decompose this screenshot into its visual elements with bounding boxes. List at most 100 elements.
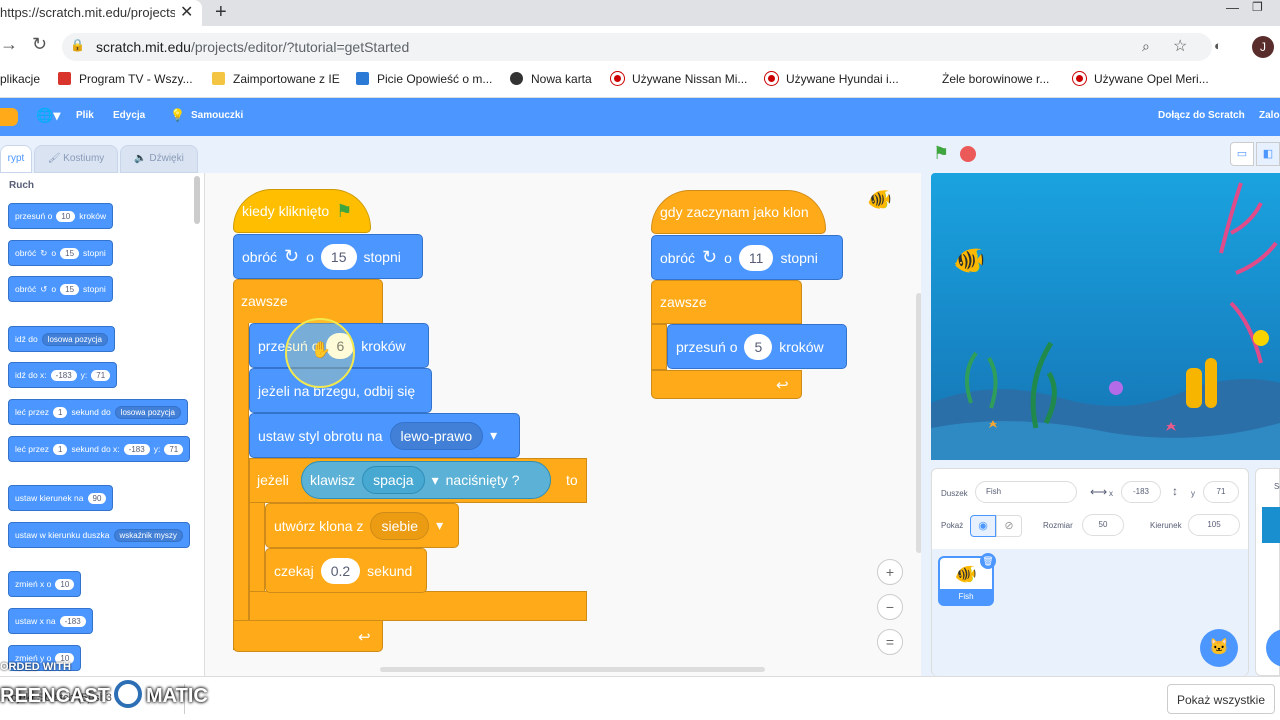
zoom-in-button[interactable]: +	[877, 559, 903, 585]
bookmark-item[interactable]: Żele borowinowe r...	[942, 72, 1049, 86]
show-eye-icon[interactable]: ◉	[970, 515, 996, 537]
palette-block[interactable]: idź do x: -183 y: 71	[8, 362, 118, 388]
palette-scrollbar[interactable]	[194, 176, 200, 224]
menu-edit[interactable]: Edycja	[113, 110, 145, 121]
large-stage-icon[interactable]: ◧	[1256, 142, 1280, 166]
sprite-name-input[interactable]: Fish	[975, 481, 1077, 503]
scratch-logo[interactable]	[0, 108, 18, 126]
sign-in-link[interactable]: Zalo	[1259, 110, 1280, 121]
forever-label: zawsze	[241, 293, 288, 309]
green-flag-icon[interactable]: ⚑	[933, 143, 949, 164]
star-icon[interactable]: ☆	[1173, 36, 1187, 56]
palette-block[interactable]: zmień x o 10	[8, 571, 82, 597]
profile-avatar[interactable]: J	[1252, 36, 1274, 58]
sprite-label: Duszek	[941, 489, 968, 498]
palette-block[interactable]: ustaw kierunek na 90	[8, 485, 114, 511]
if-block-arm[interactable]	[249, 503, 265, 593]
hand-cursor-icon: ✋	[311, 342, 331, 359]
delete-sprite-icon[interactable]: 🗑	[980, 553, 996, 569]
url-path: /projects/editor/?tutorial=getStarted	[190, 39, 410, 55]
forever-block-arm[interactable]	[233, 323, 249, 650]
workspace-hscrollbar[interactable]	[380, 667, 765, 672]
size-input[interactable]: 50	[1082, 514, 1124, 536]
fish-sprite[interactable]: 🐠	[953, 245, 985, 276]
tab-costumes[interactable]: 🖌 Kostiumy	[34, 145, 118, 173]
ocean-background	[931, 182, 1280, 460]
url-domain: scratch.mit.edu	[96, 39, 191, 55]
dropdown-arrow-icon: ▾	[490, 427, 498, 443]
palette-block[interactable]: leć przez 1 sekund do losowa pozycja	[8, 399, 188, 425]
turn-block[interactable]: obróć ↻ o 15 stopni	[233, 234, 423, 279]
key-pressed-block[interactable]: klawisz spacja ▾ naciśnięty ?	[301, 461, 551, 499]
url-text[interactable]: scratch.mit.edu/projects/editor/?tutoria…	[96, 39, 409, 55]
join-scratch-link[interactable]: Dołącz do Scratch	[1158, 110, 1245, 121]
bookmark-item[interactable]: Używane Nissan Mi...	[611, 72, 747, 86]
rotation-style-block[interactable]: ustaw styl obrotu na lewo-prawo ▾	[249, 413, 520, 458]
zoom-icon[interactable]: ⌕	[1142, 38, 1150, 55]
palette-block[interactable]: obróć ↺ o 15 stopni	[8, 276, 113, 302]
maximize-icon[interactable]: ❐	[1252, 0, 1263, 14]
palette-category-title: Ruch	[9, 180, 34, 191]
forward-icon[interactable]: →	[0, 34, 18, 55]
bookmark-item[interactable]: Program TV - Wszy...	[58, 72, 193, 86]
script-workspace[interactable]: kiedy kliknięto ⚑ obróć ↻ o 15 stopni zawsze …	[205, 173, 921, 676]
block-palette: Ruch przesuń o 10 kroków obróć ↻ o 15 stopni o…	[0, 173, 205, 676]
globe-icon[interactable]: 🌐▾	[36, 107, 60, 124]
zoom-out-button[interactable]: −	[877, 594, 903, 620]
menu-tutorials[interactable]: Samouczki	[191, 110, 243, 121]
palette-block[interactable]: obróć ↻ o 15 stopni	[8, 240, 113, 266]
hat-block-clone-start[interactable]: gdy zaczynam jako klon	[651, 190, 826, 234]
screencast-logo-icon	[114, 680, 143, 708]
wait-block[interactable]: czekaj 0.2 sekund	[265, 548, 427, 593]
palette-block[interactable]: leć przez 1 sekund do x: -183 y: 71	[8, 436, 191, 462]
palette-block[interactable]: ustaw w kierunku duszka wskaźnik myszy	[8, 522, 190, 548]
palette-block[interactable]: ustaw x na -183	[8, 608, 93, 634]
bookmark-item[interactable]: Picie Opowieść o m...	[356, 72, 492, 86]
if-label: jeżeli	[257, 472, 289, 488]
show-all-button[interactable]: Pokaż wszystkie	[1167, 684, 1275, 714]
palette-block[interactable]: idź do losowa pozycja	[8, 326, 115, 352]
direction-input[interactable]: 105	[1188, 514, 1240, 536]
stop-icon[interactable]	[960, 146, 976, 162]
stage-backdrop-pane: Sc	[1255, 468, 1280, 676]
bookmark-item[interactable]: plikacje	[0, 72, 40, 86]
zoom-reset-button[interactable]: =	[877, 629, 903, 655]
bookmark-item[interactable]: Nowa karta	[510, 72, 592, 86]
x-input[interactable]: -183	[1121, 481, 1161, 503]
if-block-bottom[interactable]	[249, 591, 587, 621]
menu-file[interactable]: Plik	[76, 110, 94, 121]
reload-icon[interactable]: ↻	[32, 34, 47, 55]
dropdown-arrow-icon: ▾	[436, 517, 444, 533]
hat-block-green-flag[interactable]: kiedy kliknięto ⚑	[233, 189, 371, 233]
move-block[interactable]: przesuń o 5 kroków	[667, 324, 847, 369]
palette-block[interactable]: przesuń o 10 kroków	[8, 203, 114, 229]
new-tab-icon[interactable]: +	[215, 1, 227, 24]
direction-label: Kierunek	[1150, 521, 1182, 530]
tab-title: https://scratch.mit.edu/projects/e	[0, 5, 175, 20]
y-label: y	[1191, 489, 1195, 498]
add-sprite-icon[interactable]: 🐱	[1200, 629, 1238, 667]
small-stage-icon[interactable]: ▭	[1230, 142, 1254, 166]
hide-eye-icon[interactable]: ⊘	[996, 515, 1022, 537]
tab-code[interactable]: rypt	[0, 145, 32, 173]
minimize-icon[interactable]: —	[1226, 0, 1239, 15]
extension-icon[interactable]: ◐	[1214, 38, 1222, 53]
workspace-vscrollbar[interactable]	[916, 293, 921, 553]
browser-tab[interactable]: https://scratch.mit.edu/projects/e ✕	[0, 0, 202, 26]
turn-left-icon: ↺	[40, 283, 48, 294]
create-clone-block[interactable]: utwórz klona z siebie ▾	[265, 503, 459, 548]
bookmark-item[interactable]: Używane Opel Meri...	[1073, 72, 1209, 86]
watermark-line1: ORDED WITH	[0, 661, 71, 673]
y-input[interactable]: 71	[1203, 481, 1239, 503]
loop-arrow-icon: ↩	[358, 629, 371, 646]
forever-block-arm[interactable]	[651, 324, 667, 370]
close-icon[interactable]: ✕	[180, 2, 193, 22]
tab-sounds[interactable]: 🔈 Dźwięki	[120, 145, 198, 173]
lock-icon[interactable]: 🔒	[70, 38, 85, 52]
add-backdrop-icon[interactable]	[1266, 629, 1280, 667]
stage[interactable]: 🐠	[931, 173, 1280, 460]
bookmark-item[interactable]: Używane Hyundai i...	[765, 72, 899, 86]
backdrop-thumbnail[interactable]	[1262, 507, 1280, 543]
turn-block[interactable]: obróć ↻ o 11 stopni	[651, 235, 843, 280]
bookmark-item[interactable]: Zaimportowane z IE	[212, 72, 340, 86]
